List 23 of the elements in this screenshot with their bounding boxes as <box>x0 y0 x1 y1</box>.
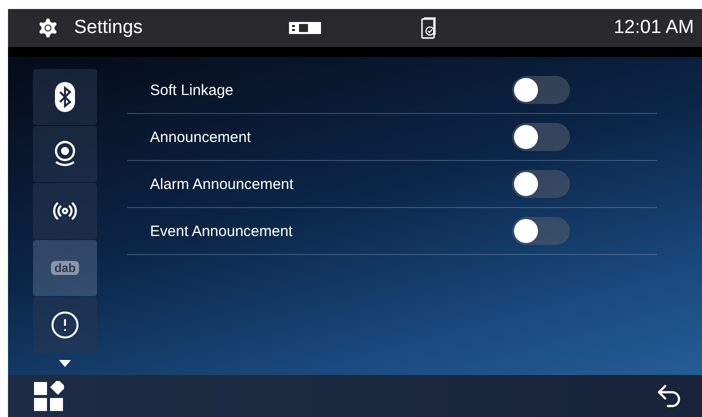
sidebar-item[interactable]: dab <box>33 240 97 296</box>
setting-label: Alarm Announcement <box>150 176 294 192</box>
alert-icon <box>50 310 80 340</box>
setting-label: Soft Linkage <box>150 82 234 98</box>
phone-check-icon <box>421 17 437 39</box>
webcam-icon <box>52 140 78 168</box>
toggle-switch[interactable] <box>512 76 570 104</box>
scroll-down-icon[interactable] <box>59 360 71 367</box>
setting-label: Event Announcement <box>150 222 294 240</box>
setting-label: Announcement <box>150 128 252 146</box>
dab-logo: dab <box>51 261 79 275</box>
toggle-switch[interactable] <box>512 217 570 245</box>
sidebar-item[interactable] <box>33 69 97 125</box>
sidebar-item[interactable] <box>33 126 97 182</box>
usb-icon <box>289 21 321 35</box>
toggle-switch[interactable] <box>512 170 570 198</box>
bluetooth-icon <box>55 82 75 112</box>
sidebar-item[interactable] <box>33 183 97 239</box>
clock-time: 12:01 AM <box>614 17 694 39</box>
toggle-switch[interactable] <box>512 123 570 151</box>
apps-icon[interactable] <box>34 381 64 411</box>
window-title: Settings <box>74 17 144 39</box>
sidebar-item[interactable] <box>33 297 97 353</box>
